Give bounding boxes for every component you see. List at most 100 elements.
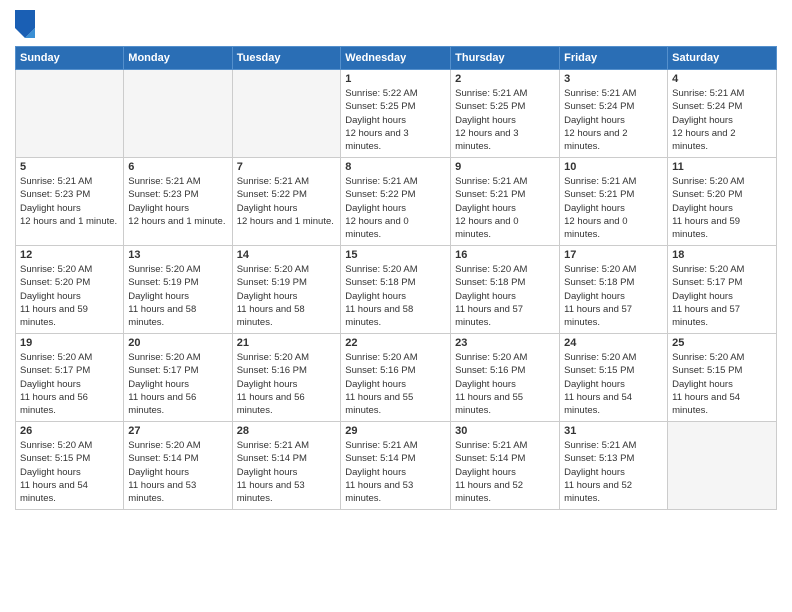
logo <box>15 10 39 38</box>
sunrise-label: Sunrise: 5:20 AM <box>672 176 744 187</box>
day-info: Sunrise: 5:20 AMSunset: 5:20 PMDaylight … <box>672 175 772 241</box>
sunrise-label: Sunrise: 5:20 AM <box>128 352 200 363</box>
calendar-header-thursday: Thursday <box>451 47 560 70</box>
daylight-label: Daylight hours <box>564 291 625 302</box>
sunset-label: Sunset: 5:20 PM <box>20 277 90 288</box>
sunrise-label: Sunrise: 5:20 AM <box>564 352 636 363</box>
sunset-label: Sunset: 5:18 PM <box>455 277 525 288</box>
sunset-label: Sunset: 5:25 PM <box>345 101 415 112</box>
sunrise-label: Sunrise: 5:21 AM <box>564 88 636 99</box>
day-cell: 1 Sunrise: 5:22 AMSunset: 5:25 PMDaylight… <box>341 70 451 158</box>
daylight-value: 12 hours and 1 minute. <box>237 216 334 227</box>
calendar-table: SundayMondayTuesdayWednesdayThursdayFrid… <box>15 46 777 510</box>
calendar-header-tuesday: Tuesday <box>232 47 341 70</box>
day-cell: 14Sunrise: 5:20 AMSunset: 5:19 PMDayligh… <box>232 246 341 334</box>
day-number: 6 <box>128 161 227 173</box>
daylight-value: 12 hours and 0 minutes. <box>564 216 627 240</box>
day-cell: 31Sunrise: 5:21 AMSunset: 5:13 PMDayligh… <box>560 422 668 510</box>
day-number: 21 <box>237 337 337 349</box>
daylight-value: 11 hours and 59 minutes. <box>20 304 88 328</box>
sunrise-label: Sunrise: 5:21 AM <box>237 440 309 451</box>
daylight-value: 12 hours and 2 minutes. <box>672 128 735 152</box>
day-info: Sunrise: 5:22 AMSunset: 5:25 PMDaylight … <box>345 87 446 153</box>
sunset-label: Sunset: 5:22 PM <box>345 189 415 200</box>
daylight-label: Daylight hours <box>20 203 81 214</box>
daylight-label: Daylight hours <box>237 291 298 302</box>
day-number: 1 <box>345 73 446 85</box>
daylight-value: 11 hours and 56 minutes. <box>237 392 305 416</box>
daylight-value: 12 hours and 1 minute. <box>20 216 117 227</box>
daylight-label: Daylight hours <box>128 291 189 302</box>
day-info: Sunrise: 5:21 AMSunset: 5:13 PMDaylight … <box>564 439 663 505</box>
day-info: Sunrise: 5:20 AMSunset: 5:16 PMDaylight … <box>237 351 337 417</box>
daylight-label: Daylight hours <box>237 379 298 390</box>
logo-icon <box>15 10 35 38</box>
day-info: Sunrise: 5:20 AMSunset: 5:18 PMDaylight … <box>455 263 555 329</box>
sunset-label: Sunset: 5:18 PM <box>564 277 634 288</box>
calendar-header-wednesday: Wednesday <box>341 47 451 70</box>
day-number: 22 <box>345 337 446 349</box>
calendar-header-friday: Friday <box>560 47 668 70</box>
daylight-value: 11 hours and 57 minutes. <box>672 304 740 328</box>
sunset-label: Sunset: 5:15 PM <box>564 365 634 376</box>
sunrise-label: Sunrise: 5:20 AM <box>455 264 527 275</box>
day-cell: 30Sunrise: 5:21 AMSunset: 5:14 PMDayligh… <box>451 422 560 510</box>
daylight-value: 11 hours and 55 minutes. <box>345 392 413 416</box>
day-info: Sunrise: 5:20 AMSunset: 5:17 PMDaylight … <box>672 263 772 329</box>
daylight-label: Daylight hours <box>672 379 733 390</box>
daylight-label: Daylight hours <box>345 203 406 214</box>
sunrise-label: Sunrise: 5:20 AM <box>20 440 92 451</box>
day-cell: 13Sunrise: 5:20 AMSunset: 5:19 PMDayligh… <box>124 246 232 334</box>
day-cell <box>668 422 777 510</box>
sunset-label: Sunset: 5:20 PM <box>672 189 742 200</box>
day-cell: 19Sunrise: 5:20 AMSunset: 5:17 PMDayligh… <box>16 334 124 422</box>
daylight-value: 11 hours and 59 minutes. <box>672 216 740 240</box>
sunset-label: Sunset: 5:14 PM <box>455 453 525 464</box>
sunset-label: Sunset: 5:25 PM <box>455 101 525 112</box>
day-info: Sunrise: 5:21 AMSunset: 5:14 PMDaylight … <box>455 439 555 505</box>
week-row-1: 5Sunrise: 5:21 AMSunset: 5:23 PMDaylight… <box>16 158 777 246</box>
day-cell <box>124 70 232 158</box>
daylight-value: 11 hours and 55 minutes. <box>455 392 523 416</box>
day-cell: 2Sunrise: 5:21 AMSunset: 5:25 PMDaylight… <box>451 70 560 158</box>
daylight-value: 11 hours and 56 minutes. <box>20 392 88 416</box>
day-cell: 8Sunrise: 5:21 AMSunset: 5:22 PMDaylight… <box>341 158 451 246</box>
day-info: Sunrise: 5:20 AMSunset: 5:19 PMDaylight … <box>128 263 227 329</box>
daylight-label: Daylight hours <box>128 203 189 214</box>
day-number: 5 <box>20 161 119 173</box>
sunset-label: Sunset: 5:24 PM <box>672 101 742 112</box>
sunset-label: Sunset: 5:24 PM <box>564 101 634 112</box>
day-cell: 29 Sunrise: 5:21 AMSunset: 5:14 PMDayligh… <box>341 422 451 510</box>
daylight-label: Daylight hours <box>345 379 406 390</box>
day-number: 16 <box>455 249 555 261</box>
daylight-label: Daylight hours <box>564 379 625 390</box>
day-cell: 25Sunrise: 5:20 AMSunset: 5:15 PMDayligh… <box>668 334 777 422</box>
daylight-label: Daylight hours <box>455 115 516 126</box>
day-number: 9 <box>455 161 555 173</box>
day-info: Sunrise: 5:20 AMSunset: 5:17 PMDaylight … <box>20 351 119 417</box>
sunrise-label: Sunrise: 5:21 AM <box>20 176 92 187</box>
day-cell: 23Sunrise: 5:20 AMSunset: 5:16 PMDayligh… <box>451 334 560 422</box>
day-info: Sunrise: 5:20 AMSunset: 5:15 PMDaylight … <box>20 439 119 505</box>
daylight-label: Daylight hours <box>128 379 189 390</box>
day-number: 17 <box>564 249 663 261</box>
day-info: Sunrise: 5:20 AMSunset: 5:16 PMDaylight … <box>345 351 446 417</box>
day-cell: 28Sunrise: 5:21 AMSunset: 5:14 PMDayligh… <box>232 422 341 510</box>
daylight-value: 11 hours and 54 minutes. <box>564 392 632 416</box>
daylight-value: 11 hours and 53 minutes. <box>128 480 196 504</box>
day-number: 8 <box>345 161 446 173</box>
calendar-header-row: SundayMondayTuesdayWednesdayThursdayFrid… <box>16 47 777 70</box>
day-info: Sunrise: 5:21 AMSunset: 5:14 PMDaylight … <box>345 439 446 505</box>
day-info: Sunrise: 5:20 AMSunset: 5:14 PMDaylight … <box>128 439 227 505</box>
sunrise-label: Sunrise: 5:21 AM <box>455 440 527 451</box>
day-cell: 10Sunrise: 5:21 AMSunset: 5:21 PMDayligh… <box>560 158 668 246</box>
day-info: Sunrise: 5:21 AMSunset: 5:21 PMDaylight … <box>455 175 555 241</box>
day-info: Sunrise: 5:21 AMSunset: 5:21 PMDaylight … <box>564 175 663 241</box>
sunrise-label: Sunrise: 5:21 AM <box>672 88 744 99</box>
day-info: Sunrise: 5:21 AMSunset: 5:22 PMDaylight … <box>237 175 337 228</box>
day-number: 29 <box>345 425 446 437</box>
sunrise-label: Sunrise: 5:20 AM <box>20 264 92 275</box>
daylight-label: Daylight hours <box>128 467 189 478</box>
week-row-0: 1 Sunrise: 5:22 AMSunset: 5:25 PMDaylight… <box>16 70 777 158</box>
day-info: Sunrise: 5:20 AMSunset: 5:20 PMDaylight … <box>20 263 119 329</box>
